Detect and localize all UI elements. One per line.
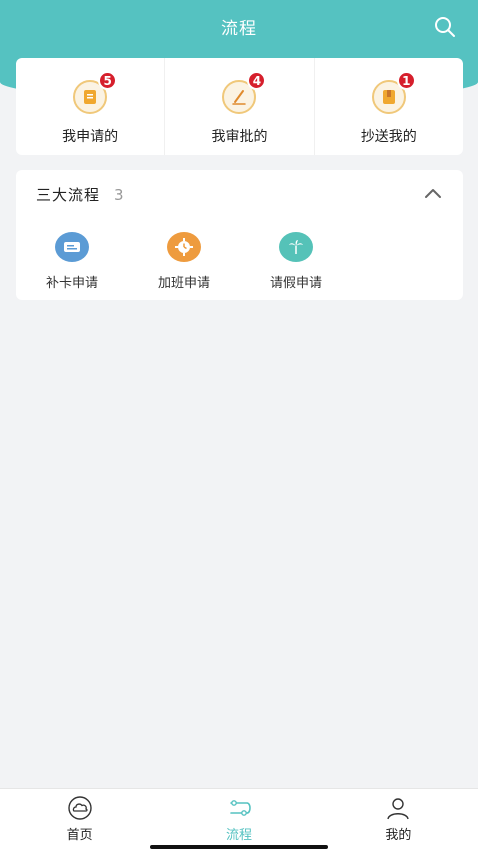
summary-item-my-approvals[interactable]: 4 我审批的 <box>164 58 313 155</box>
app-label: 加班申请 <box>157 276 210 291</box>
process-title: 三大流程 <box>36 186 101 204</box>
app-overtime[interactable]: 加班申请 <box>128 232 240 291</box>
nav-label: 我的 <box>385 828 412 843</box>
search-icon[interactable] <box>434 16 456 38</box>
summary-card: 5 我申请的 4 我审批的 1 抄送我的 <box>16 58 463 155</box>
nav-item-flow[interactable]: 流程 <box>159 789 318 850</box>
app-card-replacement[interactable]: 补卡申请 <box>16 232 128 291</box>
app-label: 请假申请 <box>269 276 322 291</box>
palm-tree-icon <box>279 232 313 262</box>
process-app-list: 补卡申请 加班申请 请假申请 <box>16 232 463 291</box>
process-card: 三大流程 3 补卡申请 加班申请 请假申请 <box>16 170 463 300</box>
summary-label: 抄送我的 <box>360 129 417 145</box>
user-icon <box>387 798 410 820</box>
summary-label: 我申请的 <box>62 129 119 145</box>
chevron-up-icon[interactable] <box>423 186 443 200</box>
home-cloud-icon <box>67 796 92 820</box>
nav-item-home[interactable]: 首页 <box>0 789 159 850</box>
process-page: 流程 5 我申请的 4 我审批的 1 抄送我的 三大流程 3 补卡申请 加班申请… <box>0 0 478 850</box>
home-indicator <box>150 845 328 849</box>
nav-label: 首页 <box>66 828 93 843</box>
card-icon <box>55 232 89 262</box>
flow-icon <box>230 800 251 816</box>
badge-count: 5 <box>98 71 118 90</box>
badge-count: 4 <box>247 71 267 90</box>
process-count: 3 <box>114 186 124 204</box>
summary-item-cc-me[interactable]: 1 抄送我的 <box>313 58 463 155</box>
summary-item-my-applications[interactable]: 5 我申请的 <box>16 58 164 155</box>
summary-label: 我审批的 <box>211 129 268 145</box>
app-leave[interactable]: 请假申请 <box>240 232 352 291</box>
nav-item-profile[interactable]: 我的 <box>319 789 478 850</box>
bottom-nav: 首页 流程 我的 <box>0 788 478 850</box>
app-label: 补卡申请 <box>45 276 98 291</box>
badge-count: 1 <box>396 71 416 90</box>
clock-gear-icon <box>167 232 201 262</box>
page-title: 流程 <box>221 19 257 39</box>
nav-label: 流程 <box>225 828 252 843</box>
process-header: 三大流程 3 <box>36 184 124 205</box>
